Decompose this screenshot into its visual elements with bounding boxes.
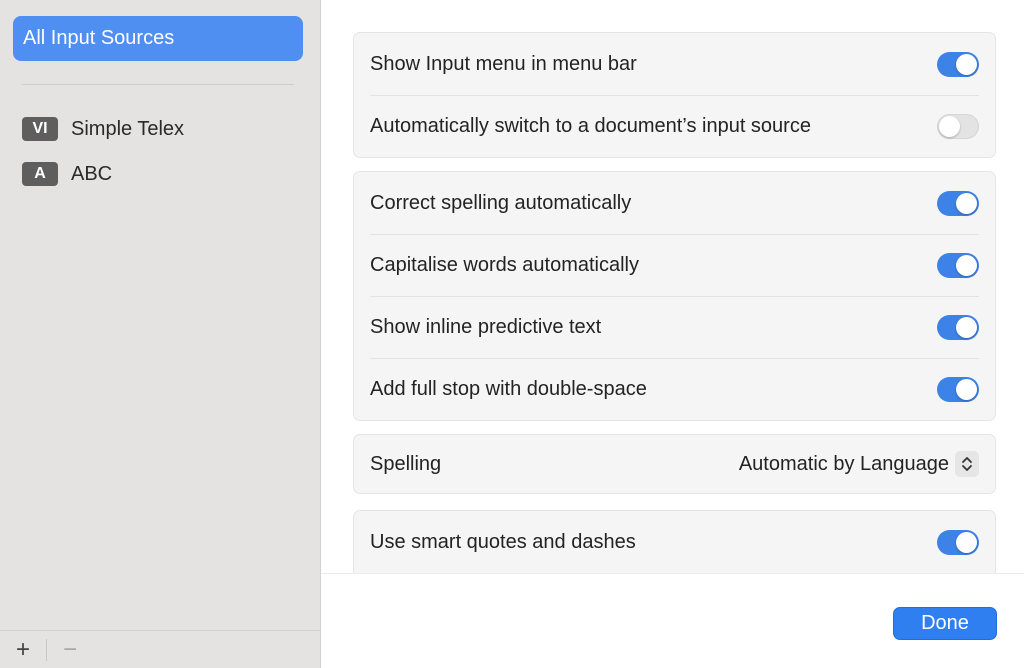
sidebar-item-label: ABC xyxy=(71,162,113,185)
setting-row: Capitalise words automatically xyxy=(354,234,995,296)
correct-spelling-toggle[interactable] xyxy=(937,190,979,216)
quotes-settings-group: Use smart quotes and dashes xyxy=(353,510,996,573)
setting-row: Add full stop with double-space xyxy=(354,358,995,420)
chevron-up-down-icon xyxy=(962,457,972,471)
setting-label: Show Input menu in menu bar xyxy=(370,52,637,75)
setting-row: Automatically switch to a document’s inp… xyxy=(354,95,995,157)
menu-settings-group: Show Input menu in menu bar Automaticall… xyxy=(353,32,996,158)
toggle-knob xyxy=(956,316,977,338)
setting-row: Spelling Automatic by Language xyxy=(354,435,995,493)
show-input-menu-toggle[interactable] xyxy=(937,51,979,77)
capitalise-words-toggle[interactable] xyxy=(937,252,979,278)
input-source-badge: A xyxy=(22,162,58,186)
sidebar: All Input Sources VI Simple Telex A ABC … xyxy=(0,0,321,668)
toggle-knob xyxy=(956,254,977,276)
typing-settings-group: Correct spelling automatically Capitalis… xyxy=(353,171,996,421)
add-source-button[interactable]: + xyxy=(0,631,46,668)
setting-label: Use smart quotes and dashes xyxy=(370,530,636,553)
inline-predictive-text-toggle[interactable] xyxy=(937,314,979,340)
auto-switch-input-source-toggle[interactable] xyxy=(937,113,979,139)
setting-label: Capitalise words automatically xyxy=(370,253,640,276)
settings-pane: Show Input menu in menu bar Automaticall… xyxy=(321,0,1024,573)
remove-source-button[interactable]: − xyxy=(47,631,93,668)
smart-quotes-toggle[interactable] xyxy=(937,529,979,555)
setting-row: Show inline predictive text xyxy=(354,296,995,358)
toggle-knob xyxy=(939,115,960,137)
setting-label: Spelling xyxy=(370,452,442,475)
sidebar-item-simple-telex[interactable]: VI Simple Telex xyxy=(22,116,184,142)
setting-row: Show Input menu in menu bar xyxy=(354,33,995,95)
spelling-select-stepper[interactable] xyxy=(955,451,979,477)
setting-label: Automatically switch to a document’s inp… xyxy=(370,114,811,137)
sidebar-item-abc[interactable]: A ABC xyxy=(22,161,112,187)
spelling-settings-group: Spelling Automatic by Language xyxy=(353,434,996,494)
toggle-knob xyxy=(956,192,977,214)
setting-label: Add full stop with double-space xyxy=(370,377,647,400)
setting-label: Show inline predictive text xyxy=(370,315,602,338)
sidebar-item-all-input-sources[interactable]: All Input Sources xyxy=(13,16,303,61)
toggle-knob xyxy=(956,53,977,75)
setting-row: Use smart quotes and dashes xyxy=(354,511,995,573)
dialog-footer: Done xyxy=(321,573,1024,668)
setting-row: Correct spelling automatically xyxy=(354,172,995,234)
done-button[interactable]: Done xyxy=(893,607,997,640)
setting-label: Correct spelling automatically xyxy=(370,191,632,214)
sidebar-footer: + − xyxy=(0,630,320,668)
spelling-select-value[interactable]: Automatic by Language xyxy=(739,453,949,476)
input-source-badge: VI xyxy=(22,117,58,141)
toggle-knob xyxy=(956,378,977,400)
sidebar-divider xyxy=(22,84,294,85)
full-stop-double-space-toggle[interactable] xyxy=(937,376,979,402)
toggle-knob xyxy=(956,531,977,553)
sidebar-item-label: Simple Telex xyxy=(71,117,185,140)
